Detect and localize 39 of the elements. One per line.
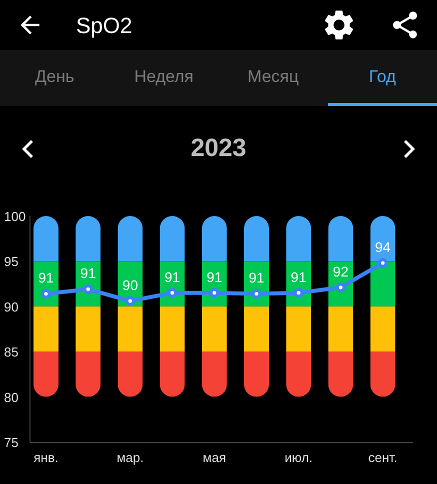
y-tick-label: 80 bbox=[4, 390, 18, 405]
value-label: 94 bbox=[375, 239, 391, 255]
next-button[interactable] bbox=[403, 139, 415, 159]
data-point bbox=[83, 284, 94, 294]
period-tab[interactable]: Неделя bbox=[109, 50, 218, 106]
value-label: 91 bbox=[248, 270, 264, 286]
data-point bbox=[336, 282, 346, 292]
period-tab[interactable]: Год bbox=[328, 50, 437, 106]
y-tick-label: 90 bbox=[4, 299, 18, 314]
data-point bbox=[252, 288, 262, 299]
data-point bbox=[125, 296, 136, 306]
data-point bbox=[167, 288, 178, 298]
data-point bbox=[378, 258, 388, 268]
value-label: 92 bbox=[332, 263, 348, 280]
value-label: 91 bbox=[164, 268, 180, 285]
x-tick-label: июл. bbox=[284, 450, 313, 465]
data-point bbox=[209, 288, 220, 298]
value-label: 91 bbox=[38, 270, 54, 286]
screen-title: SpO2 bbox=[76, 12, 134, 40]
x-tick-label: сент. bbox=[368, 450, 398, 465]
period-label: 2023 bbox=[190, 133, 246, 164]
value-label: 91 bbox=[290, 268, 306, 285]
value-label: 90 bbox=[122, 276, 138, 293]
data-point bbox=[294, 288, 304, 298]
x-tick-label: мая bbox=[202, 450, 226, 465]
previous-button[interactable] bbox=[22, 139, 34, 159]
x-tick-label: янв. bbox=[34, 450, 58, 465]
period-tab[interactable]: День bbox=[0, 50, 110, 106]
chevron-left-icon bbox=[22, 139, 34, 159]
y-tick-label: 75 bbox=[4, 435, 18, 450]
value-label: 91 bbox=[80, 265, 96, 282]
y-tick-label: 85 bbox=[4, 344, 18, 360]
chevron-right-icon bbox=[403, 139, 415, 159]
y-tick-label: 95 bbox=[4, 254, 18, 270]
x-tick-label: мар. bbox=[116, 450, 144, 465]
period-tab[interactable]: Месяц bbox=[218, 50, 328, 106]
data-point bbox=[41, 288, 51, 299]
y-tick-label: 100 bbox=[4, 209, 26, 224]
value-label: 91 bbox=[206, 268, 222, 285]
